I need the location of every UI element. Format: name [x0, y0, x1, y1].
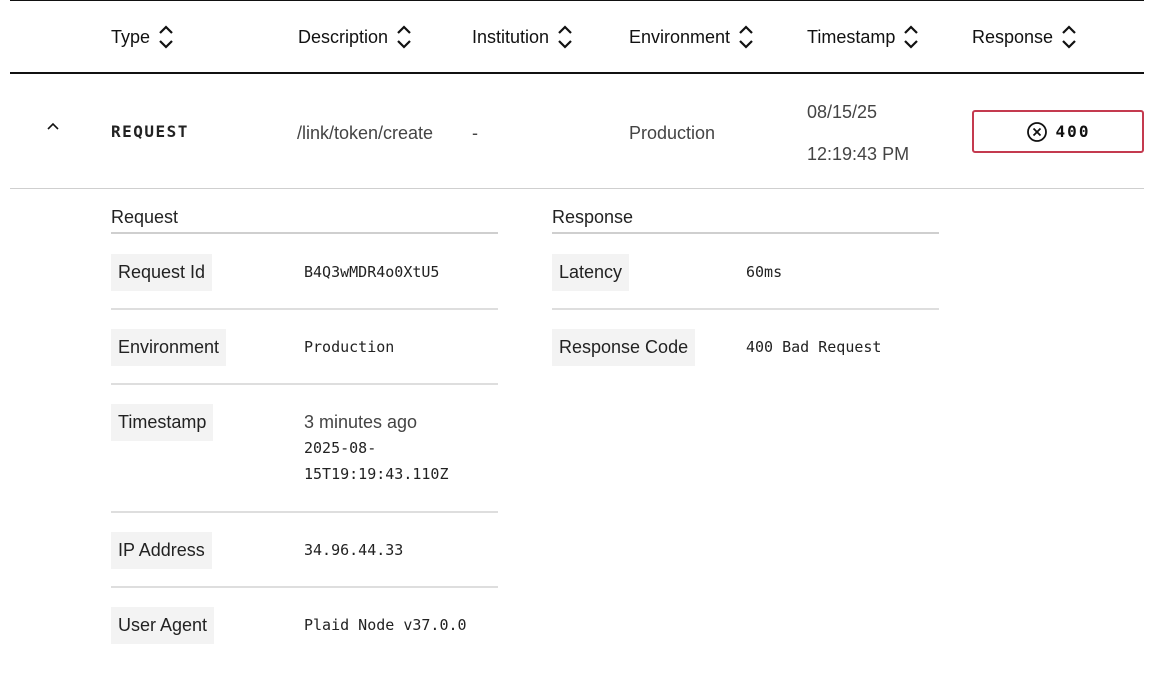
table-row[interactable]: REQUEST /link/token/create - Production …: [10, 75, 1144, 189]
response-code-row: Response Code 400 Bad Request: [552, 310, 939, 385]
latency-value: 60ms: [746, 263, 783, 281]
column-header-description[interactable]: Description: [298, 1, 412, 73]
timestamp-iso-line-1: 2025-08-: [304, 439, 377, 457]
column-header-timestamp[interactable]: Timestamp: [807, 1, 919, 73]
row-environment: Production: [629, 122, 716, 143]
ip-address-row: IP Address 34.96.44.33: [111, 513, 498, 588]
user-agent-value: Plaid Node v37.0.0: [304, 616, 467, 634]
panel-title: Request: [111, 207, 498, 234]
row-timestamp-time: 12:19:43 PM: [807, 143, 910, 164]
error-circle-x-icon: [1026, 121, 1048, 143]
chevron-up-icon[interactable]: [44, 119, 62, 133]
panel-title: Response: [552, 207, 939, 234]
timestamp-relative: 3 minutes ago: [304, 412, 418, 432]
column-header-label: Response: [972, 26, 1054, 47]
response-code-value: 400 Bad Request: [746, 338, 882, 356]
column-header-type[interactable]: Type: [111, 1, 174, 73]
sort-icon[interactable]: [1061, 24, 1077, 50]
row-type: REQUEST: [111, 121, 189, 141]
column-header-label: Description: [298, 26, 389, 47]
request-id-label: Request Id: [111, 254, 213, 291]
environment-row: Environment Production: [111, 310, 498, 385]
latency-row: Latency 60ms: [552, 234, 939, 310]
column-header-label: Environment: [629, 26, 731, 47]
sort-icon[interactable]: [738, 24, 754, 50]
timestamp-label: Timestamp: [111, 404, 214, 441]
timestamp-value: 3 minutes ago 2025-08- 15T19:19:43.110Z: [304, 409, 449, 487]
column-header-label: Timestamp: [807, 26, 896, 47]
column-header-response[interactable]: Response: [972, 1, 1077, 73]
column-header-label: Institution: [472, 26, 550, 47]
ip-address-label: IP Address: [111, 532, 212, 569]
sort-icon[interactable]: [557, 24, 573, 50]
timestamp-iso-line-2: 15T19:19:43.110Z: [304, 465, 449, 483]
environment-label: Environment: [111, 329, 227, 366]
user-agent-label: User Agent: [111, 607, 215, 644]
row-description: /link/token/create: [297, 122, 434, 143]
request-id-row: Request Id B4Q3wMDR4o0XtU5: [111, 234, 498, 310]
column-header-institution[interactable]: Institution: [472, 1, 573, 73]
response-status-badge[interactable]: 400: [972, 110, 1144, 153]
column-header-label: Type: [111, 26, 151, 47]
sort-icon[interactable]: [158, 24, 174, 50]
latency-label: Latency: [552, 254, 630, 291]
response-code-label: Response Code: [552, 329, 696, 366]
ip-address-value[interactable]: 34.96.44.33: [304, 537, 403, 563]
environment-value: Production: [304, 338, 395, 356]
sort-icon[interactable]: [396, 24, 412, 50]
user-agent-row: User Agent Plaid Node v37.0.0: [111, 588, 498, 663]
table-header: Type Description Institution Environment…: [10, 1, 1144, 74]
request-details-panel: Request Request Id B4Q3wMDR4o0XtU5 Envir…: [111, 207, 498, 663]
row-timestamp-date: 08/15/25: [807, 101, 878, 122]
response-code: 400: [1055, 122, 1091, 141]
request-id-value[interactable]: B4Q3wMDR4o0XtU5: [304, 259, 439, 285]
column-header-environment[interactable]: Environment: [629, 1, 754, 73]
timestamp-row: Timestamp 3 minutes ago 2025-08- 15T19:1…: [111, 385, 498, 513]
sort-icon[interactable]: [903, 24, 919, 50]
row-institution: -: [472, 122, 478, 143]
response-details-panel: Response Latency 60ms Response Code 400 …: [552, 207, 939, 385]
